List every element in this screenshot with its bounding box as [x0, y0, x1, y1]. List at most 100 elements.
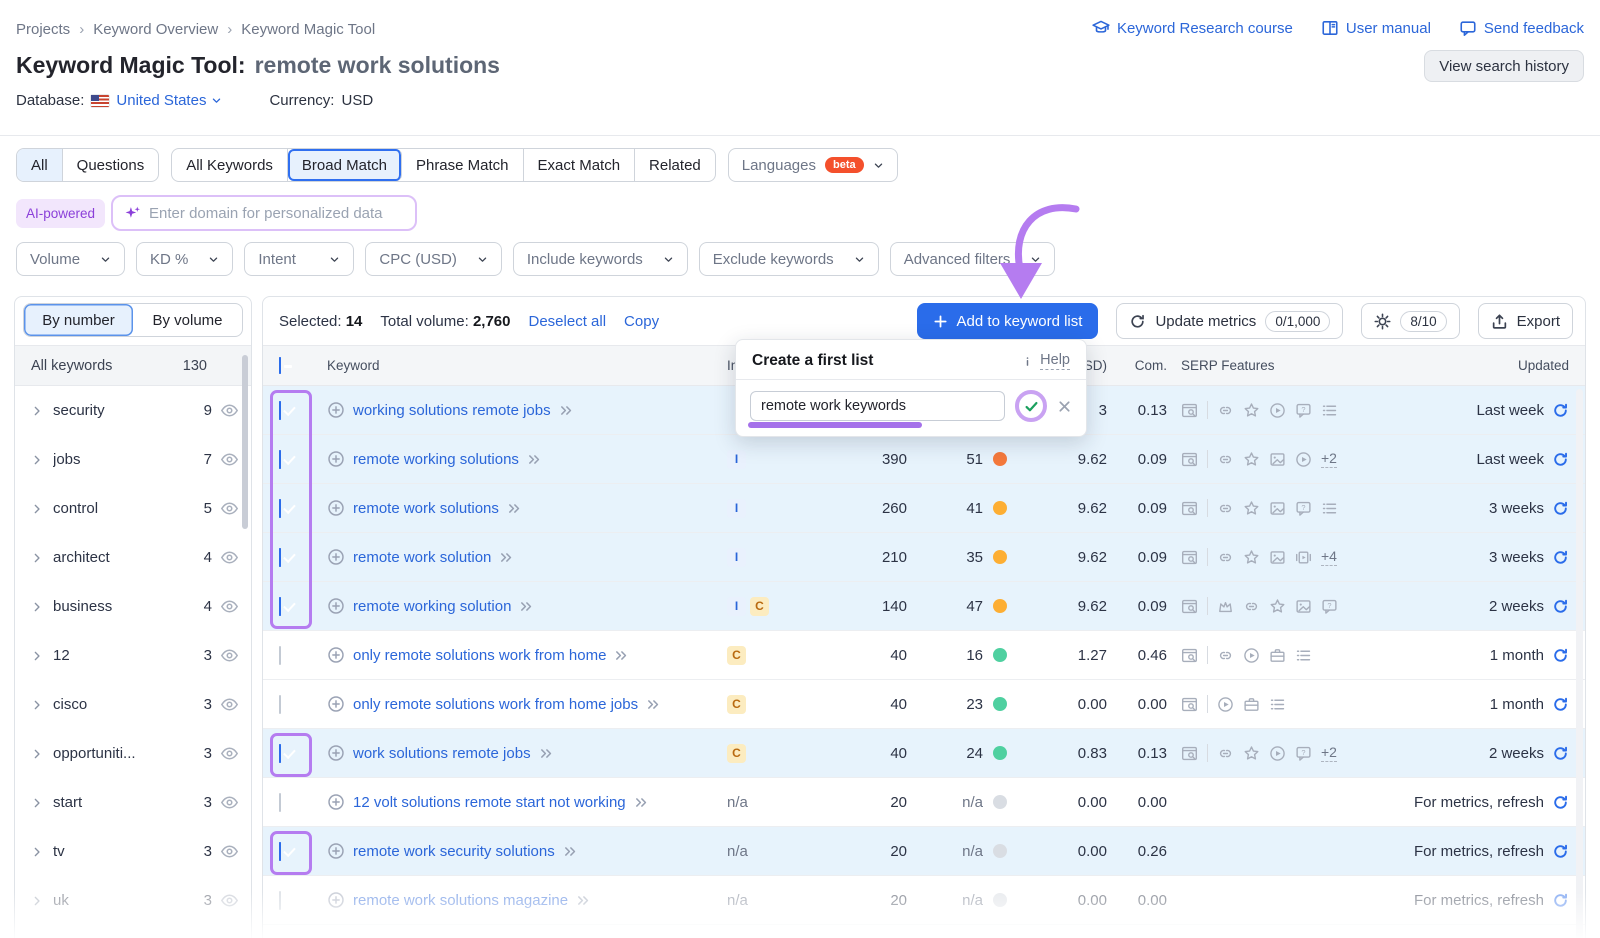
- table-settings-button[interactable]: 8/10: [1361, 303, 1459, 339]
- tab-all-keywords[interactable]: All Keywords: [172, 149, 288, 181]
- filter-advanced-filters[interactable]: Advanced filters: [890, 242, 1056, 276]
- row-checkbox[interactable]: [279, 842, 281, 861]
- breadcrumb-item[interactable]: Keyword Magic Tool: [241, 21, 375, 38]
- view-search-history-button[interactable]: View search history: [1424, 50, 1584, 82]
- keyword-link[interactable]: remote work solution: [353, 549, 491, 566]
- filter-exclude-keywords[interactable]: Exclude keywords: [699, 242, 879, 276]
- keyword-group-start[interactable]: start3: [15, 778, 251, 827]
- refresh-icon[interactable]: [1552, 500, 1569, 517]
- sort-toggle-by-volume[interactable]: By volume: [133, 304, 242, 336]
- eye-icon[interactable]: [220, 646, 239, 665]
- keyword-group-cisco[interactable]: cisco3: [15, 680, 251, 729]
- expand-keyword-icon[interactable]: [634, 795, 649, 810]
- add-keyword-icon[interactable]: [327, 597, 345, 615]
- column-serp-features[interactable]: SERP Features: [1167, 358, 1367, 373]
- column-com[interactable]: Com.: [1107, 358, 1167, 373]
- filter-cpc-usd-[interactable]: CPC (USD): [365, 242, 502, 276]
- eye-icon[interactable]: [220, 450, 239, 469]
- row-checkbox[interactable]: [279, 891, 281, 910]
- refresh-icon[interactable]: [1552, 794, 1569, 811]
- expand-keyword-icon[interactable]: [499, 550, 514, 565]
- row-checkbox[interactable]: [279, 695, 281, 714]
- domain-input[interactable]: [149, 205, 404, 222]
- column-keyword[interactable]: Keyword: [327, 358, 727, 373]
- refresh-icon[interactable]: [1552, 402, 1569, 419]
- sidebar-scrollbar[interactable]: [242, 355, 248, 529]
- update-metrics-button[interactable]: Update metrics 0/1,000: [1116, 303, 1343, 339]
- table-scrollbar[interactable]: [1576, 389, 1583, 938]
- add-keyword-icon[interactable]: [327, 891, 345, 909]
- expand-keyword-icon[interactable]: [646, 697, 661, 712]
- refresh-icon[interactable]: [1552, 451, 1569, 468]
- refresh-icon[interactable]: [1552, 892, 1569, 909]
- database-select[interactable]: United States: [116, 92, 222, 109]
- header-link[interactable]: User manual: [1321, 19, 1431, 37]
- filter-kd-[interactable]: KD %: [136, 242, 233, 276]
- keyword-group-control[interactable]: control5: [15, 484, 251, 533]
- refresh-icon[interactable]: [1552, 843, 1569, 860]
- add-keyword-icon[interactable]: [327, 401, 345, 419]
- row-checkbox[interactable]: [279, 597, 281, 616]
- breadcrumb-item[interactable]: Keyword Overview: [93, 21, 218, 38]
- deselect-all-link[interactable]: Deselect all: [529, 313, 607, 330]
- breadcrumb-item[interactable]: Projects: [16, 21, 70, 38]
- expand-keyword-icon[interactable]: [576, 893, 591, 908]
- keyword-group-jobs[interactable]: jobs7: [15, 435, 251, 484]
- row-checkbox[interactable]: [279, 401, 281, 420]
- add-keyword-icon[interactable]: [327, 842, 345, 860]
- header-link[interactable]: Send feedback: [1459, 19, 1584, 37]
- tab-exact-match[interactable]: Exact Match: [524, 149, 636, 181]
- serp-more-count[interactable]: +2: [1321, 450, 1337, 468]
- keyword-group-security[interactable]: security9: [15, 386, 251, 435]
- keyword-link[interactable]: remote work solutions: [353, 500, 499, 517]
- keyword-group-12[interactable]: 123: [15, 631, 251, 680]
- expand-keyword-icon[interactable]: [507, 501, 522, 516]
- filter-intent[interactable]: Intent: [244, 242, 354, 276]
- eye-icon[interactable]: [220, 597, 239, 616]
- eye-icon[interactable]: [220, 793, 239, 812]
- keyword-link[interactable]: remote work security solutions: [353, 843, 555, 860]
- eye-icon[interactable]: [220, 401, 239, 420]
- keyword-link[interactable]: working solutions remote jobs: [353, 402, 551, 419]
- add-keyword-icon[interactable]: [327, 793, 345, 811]
- row-checkbox[interactable]: [279, 450, 281, 469]
- keyword-link[interactable]: remote working solutions: [353, 451, 519, 468]
- copy-link[interactable]: Copy: [624, 313, 659, 330]
- add-keyword-icon[interactable]: [327, 646, 345, 664]
- add-to-keyword-list-button[interactable]: Add to keyword list: [917, 303, 1099, 339]
- add-keyword-icon[interactable]: [327, 548, 345, 566]
- filter-volume[interactable]: Volume: [16, 242, 125, 276]
- header-link[interactable]: Keyword Research course: [1092, 19, 1293, 37]
- keyword-link[interactable]: remote work solutions magazine: [353, 892, 568, 909]
- add-keyword-icon[interactable]: [327, 744, 345, 762]
- help-link[interactable]: Help: [1021, 352, 1070, 370]
- eye-icon[interactable]: [220, 842, 239, 861]
- keyword-group-uk[interactable]: uk3: [15, 876, 251, 925]
- expand-keyword-icon[interactable]: [527, 452, 542, 467]
- row-checkbox[interactable]: [279, 793, 281, 812]
- add-keyword-icon[interactable]: [327, 499, 345, 517]
- refresh-icon[interactable]: [1552, 598, 1569, 615]
- eye-icon[interactable]: [220, 548, 239, 567]
- keyword-link[interactable]: 12 volt solutions remote start not worki…: [353, 794, 626, 811]
- row-checkbox[interactable]: [279, 646, 281, 665]
- column-updated[interactable]: Updated: [1367, 358, 1569, 373]
- confirm-list-button[interactable]: [1015, 390, 1047, 422]
- keyword-group-tv[interactable]: tv3: [15, 827, 251, 876]
- keyword-link[interactable]: only remote solutions work from home: [353, 647, 606, 664]
- keyword-group-opportuniti-[interactable]: opportuniti...3: [15, 729, 251, 778]
- refresh-icon[interactable]: [1552, 696, 1569, 713]
- add-keyword-icon[interactable]: [327, 450, 345, 468]
- serp-more-count[interactable]: +2: [1321, 744, 1337, 762]
- row-checkbox[interactable]: [279, 499, 281, 518]
- tab-related[interactable]: Related: [635, 149, 715, 181]
- keyword-link[interactable]: only remote solutions work from home job…: [353, 696, 638, 713]
- keyword-link[interactable]: work solutions remote jobs: [353, 745, 531, 762]
- eye-icon[interactable]: [220, 891, 239, 910]
- eye-icon[interactable]: [220, 499, 239, 518]
- filter-include-keywords[interactable]: Include keywords: [513, 242, 688, 276]
- eye-icon[interactable]: [220, 695, 239, 714]
- all-keywords-row[interactable]: All keywords 130: [15, 345, 251, 386]
- expand-keyword-icon[interactable]: [539, 746, 554, 761]
- serp-more-count[interactable]: +4: [1321, 548, 1337, 566]
